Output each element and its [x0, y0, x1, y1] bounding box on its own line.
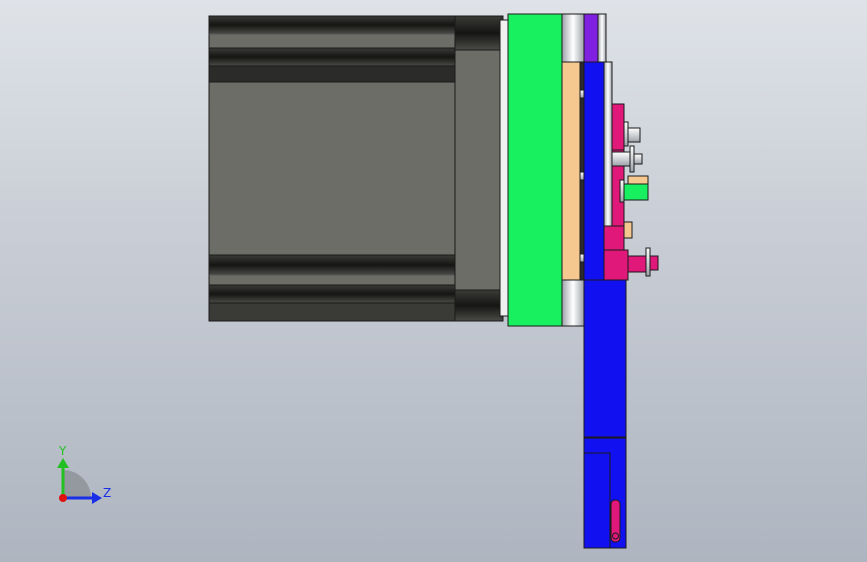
motor-end-strip — [499, 19, 509, 317]
bearing-bottom[interactable] — [561, 279, 585, 327]
blue-plate-step — [583, 436, 627, 439]
magenta-bracket-top[interactable] — [611, 103, 625, 151]
green-roller[interactable] — [623, 183, 649, 201]
magenta-pin[interactable] — [627, 255, 649, 273]
pin-washer[interactable] — [645, 247, 651, 277]
axis-triad: Y Z — [57, 444, 111, 504]
green-flange[interactable] — [507, 13, 563, 327]
cad-viewport[interactable]: Y Z — [0, 0, 867, 562]
bearing-top[interactable] — [561, 13, 585, 63]
bolt-1-head[interactable] — [627, 127, 641, 143]
magenta-bracket-mid[interactable] — [603, 225, 625, 251]
motor-rib-bottom — [208, 254, 456, 276]
bolt-1[interactable] — [623, 121, 629, 147]
washer-1-edge — [629, 145, 635, 173]
blue-plate-upper[interactable] — [583, 61, 605, 281]
motor-rib-top-2 — [208, 47, 456, 67]
nut-1[interactable] — [633, 153, 643, 165]
purple-tab[interactable] — [583, 13, 599, 63]
magenta-bracket-base[interactable] — [603, 249, 629, 281]
motor-rib-top-3 — [208, 65, 456, 83]
y-axis-arrow — [57, 458, 69, 468]
spacer-column[interactable] — [561, 13, 585, 327]
washer-1[interactable] — [611, 151, 631, 167]
motor-rib-bottom-3 — [208, 302, 456, 322]
roller-shaft — [619, 179, 625, 203]
spacer-tab-1 — [579, 89, 585, 99]
motor-rib-bottom-2 — [208, 284, 456, 304]
bottom-sensor[interactable] — [610, 499, 621, 543]
triad-origin — [59, 494, 67, 502]
motor-assembly[interactable] — [208, 15, 509, 322]
pin-end[interactable] — [649, 255, 659, 271]
triad-quadrant — [63, 470, 91, 498]
motor-rib-top — [208, 15, 456, 35]
white-guide-strip[interactable] — [603, 61, 613, 227]
spacer-tab-3 — [579, 253, 585, 263]
z-axis-arrow — [92, 492, 102, 504]
tan-bushing-2[interactable] — [623, 221, 633, 239]
y-axis-label: Y — [58, 444, 67, 458]
z-axis-label: Z — [103, 486, 111, 500]
tan-bushing[interactable] — [627, 175, 649, 185]
sensor-pin-tip — [612, 532, 619, 540]
spacer-tab-2 — [579, 171, 585, 181]
motor-end-cap[interactable] — [454, 15, 504, 322]
top-steel-strip[interactable] — [597, 13, 607, 63]
